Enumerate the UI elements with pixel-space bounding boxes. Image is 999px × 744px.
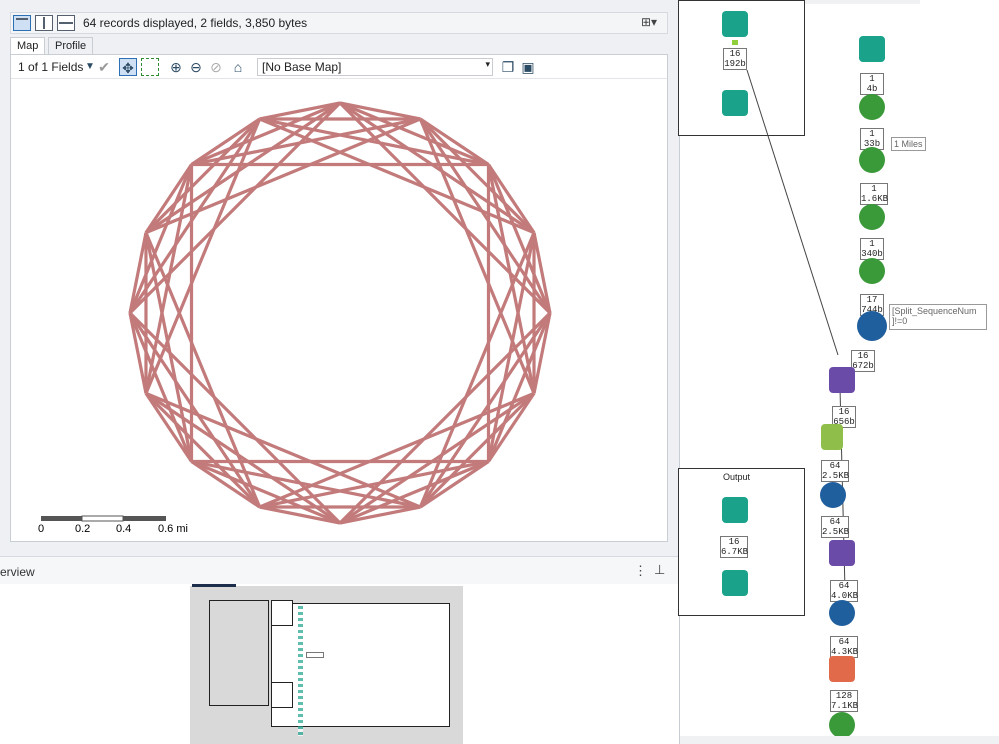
select-rectangle-icon[interactable]: [141, 58, 159, 76]
workflow-canvas[interactable]: Output 16 192b 1 4b 1 33b 1 Miles 1 1.6KB 13…: [678, 0, 999, 744]
overview-annotation: [306, 652, 324, 658]
save-icon[interactable]: ▣: [519, 58, 537, 76]
tab-profile[interactable]: Profile: [48, 37, 94, 55]
polygon-edge: [339, 101, 535, 234]
map-panel: 1 of 1 Fields ▼ ✔ ✥ ⊕ ⊖ ⊘ ⌂ [No Base Map…: [10, 54, 668, 542]
polygon-edge: [419, 392, 536, 509]
formula-tool-icon[interactable]: [821, 424, 843, 450]
output-data-tool-icon[interactable]: [829, 656, 855, 682]
pan-icon[interactable]: ✥: [119, 58, 137, 76]
browse-tool-icon[interactable]: [722, 570, 748, 596]
tab-map[interactable]: Map: [10, 37, 46, 55]
polygon-edge: [145, 101, 341, 234]
copy-icon[interactable]: ❐: [499, 58, 517, 76]
map-toolbar: 1 of 1 Fields ▼ ✔ ✥ ⊕ ⊖ ⊘ ⌂ [No Base Map…: [11, 55, 667, 79]
map-canvas[interactable]: 0 0.2 0.4 0.6 mi: [11, 80, 667, 542]
record-count-badge: 1 340b: [860, 238, 884, 260]
output-anchor[interactable]: [732, 40, 738, 45]
config-dropdown-icon[interactable]: ⊞▾: [641, 15, 663, 31]
trade-area-tool-icon[interactable]: [859, 147, 885, 173]
overview-container-3: [271, 600, 293, 626]
overview-container-1: [209, 600, 269, 706]
overview-scroll-indicator: [192, 584, 236, 587]
polygon-star-shape: [128, 101, 552, 525]
polygon-edge: [339, 101, 490, 166]
select-tool-icon[interactable]: [820, 482, 846, 508]
overview-title: erview: [0, 565, 35, 579]
polygon-edge: [128, 118, 261, 314]
polygon-edge: [487, 163, 552, 314]
polygon-edge: [144, 117, 261, 234]
canvas-horizontal-scrollbar[interactable]: [680, 736, 999, 744]
record-count-badge: 64 4.0KB: [830, 580, 859, 602]
join-tool-icon[interactable]: [829, 540, 855, 566]
filter-annotation: [Split_SequenceNum ]!=0: [889, 304, 987, 330]
polygon-edge: [144, 392, 261, 509]
records-summary: 64 records displayed, 2 fields, 3,850 by…: [83, 16, 308, 30]
polygon-edge: [419, 118, 552, 314]
record-count-badge: 16 192b: [723, 48, 747, 70]
polygon-edge: [487, 312, 552, 463]
create-points-tool-icon[interactable]: [859, 94, 885, 120]
base-map-value: [No Base Map]: [262, 60, 342, 74]
record-count-badge: 128 7.1KB: [830, 690, 859, 712]
input-data-tool-icon[interactable]: [859, 36, 885, 62]
fields-selector[interactable]: 1 of 1 Fields: [18, 60, 83, 74]
results-toolbar: 64 records displayed, 2 fields, 3,850 by…: [10, 12, 668, 34]
scale-label-1: 0.2: [75, 523, 90, 535]
checkmark-icon[interactable]: ✔: [95, 58, 113, 76]
overview-container-4: [271, 682, 293, 708]
filter-tool-icon[interactable]: [857, 311, 887, 341]
join-tool-icon[interactable]: [829, 367, 855, 393]
record-count-badge: 64 4.3KB: [830, 636, 859, 658]
spatial-process-tool-icon[interactable]: [829, 712, 855, 738]
more-options-icon[interactable]: ⋮: [634, 563, 647, 579]
results-window: 64 records displayed, 2 fields, 3,850 by…: [0, 0, 679, 744]
polygon-edge: [419, 312, 552, 508]
zoom-out-icon[interactable]: ⊖: [187, 58, 205, 76]
record-id-tool-icon[interactable]: [829, 600, 855, 626]
home-icon[interactable]: ⌂: [229, 58, 247, 76]
record-count-badge: 16 6.7KB: [720, 536, 749, 558]
tool-annotation: 1 Miles: [891, 137, 926, 151]
polygon-edge: [190, 101, 341, 166]
layout-vertical-split-button[interactable]: [35, 15, 53, 31]
scale-bar: 0 0.2 0.4 0.6 mi: [38, 515, 188, 535]
polygon-edge: [190, 460, 341, 525]
record-count-badge: 1 1.6KB: [860, 183, 889, 205]
input-data-tool-icon[interactable]: [722, 497, 748, 523]
layout-single-button[interactable]: [13, 15, 31, 31]
polygon-edge: [339, 392, 535, 525]
zoom-to-selection-icon[interactable]: ⊘: [207, 58, 225, 76]
base-map-select[interactable]: [No Base Map] ▾: [257, 58, 493, 76]
chevron-down-icon: ▾: [485, 59, 490, 69]
scale-label-2: 0.4: [116, 523, 131, 535]
polygon-edge: [128, 163, 193, 314]
zoom-in-icon[interactable]: ⊕: [167, 58, 185, 76]
polygon-edge: [419, 117, 536, 234]
polygon-edge: [339, 460, 490, 525]
polygon-edge: [145, 392, 341, 525]
browse-tool-icon[interactable]: [722, 90, 748, 116]
scale-label-3: 0.6 mi: [158, 523, 188, 535]
record-count-badge: 1 4b: [860, 73, 884, 95]
pin-icon[interactable]: ⊥: [654, 562, 665, 578]
scale-label-0: 0: [38, 523, 44, 535]
polygon-edge: [128, 312, 193, 463]
record-count-badge: 64 2.5KB: [821, 516, 850, 538]
spatial-process-tool-icon[interactable]: [859, 258, 885, 284]
overview-minimap[interactable]: [190, 584, 463, 744]
polygon-edge: [128, 312, 261, 508]
poly-split-tool-icon[interactable]: [859, 204, 885, 230]
overview-tool-column: [298, 606, 303, 736]
overview-header: erview ⋮ ⊥: [0, 556, 679, 584]
layout-horizontal-split-button[interactable]: [57, 15, 75, 31]
record-count-badge: 64 2.5KB: [821, 460, 850, 482]
input-data-tool-icon[interactable]: [722, 11, 748, 37]
